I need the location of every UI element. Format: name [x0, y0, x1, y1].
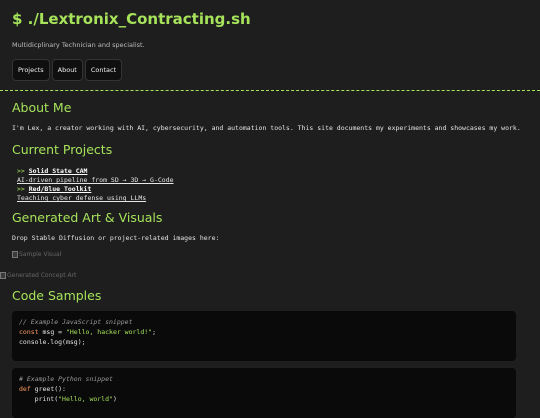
- python-code-block: # Example Python snippet def greet(): pr…: [12, 368, 516, 418]
- broken-image-icon: [0, 272, 6, 279]
- projects-list: >> Solid State CAM AI-driven pipeline fr…: [12, 167, 528, 203]
- site-header: $ ./Lextronix_Contracting.sh Multidicpli…: [0, 0, 540, 81]
- project-title-link[interactable]: Red/Blue Toolkit: [29, 185, 92, 193]
- project-desc-link[interactable]: AI-driven pipeline from SD → 3D → G-Code: [17, 176, 528, 185]
- project-title-link[interactable]: Solid State CAM: [29, 167, 88, 175]
- code-comment: # Example Python snippet: [19, 375, 113, 383]
- about-text: I'm Lex, a creator working with AI, cybe…: [12, 124, 521, 132]
- main-content: About Me I'm Lex, a creator working with…: [12, 100, 528, 258]
- project-arrow: >>: [17, 167, 25, 175]
- main-nav: Projects About Contact: [12, 59, 528, 81]
- art-heading: Generated Art & Visuals: [12, 210, 163, 225]
- code-heading: Code Samples: [12, 288, 102, 303]
- sample-visual-image: Sample Visual: [12, 251, 528, 258]
- projects-heading: Current Projects: [12, 142, 113, 157]
- code-line: print("Hello, world"): [19, 395, 117, 403]
- code-line: def greet():: [19, 385, 66, 393]
- art-text: Drop Stable Diffusion or project-related…: [12, 234, 220, 242]
- project-arrow: >>: [17, 185, 25, 193]
- about-heading: About Me: [12, 100, 72, 115]
- code-line: const msg = "Hello, hacker world!";: [19, 328, 156, 336]
- code-line: console.log(msg);: [19, 338, 86, 346]
- project-item: >> Solid State CAM AI-driven pipeline fr…: [12, 167, 528, 185]
- concept-art-image: Generated Concept Art: [0, 272, 76, 279]
- image-alt-text: Sample Visual: [19, 251, 62, 258]
- site-title: $ ./Lextronix_Contracting.sh: [12, 10, 251, 28]
- image-alt-text: Generated Concept Art: [7, 272, 77, 279]
- project-item: >> Red/Blue Toolkit Teaching cyber defen…: [12, 185, 528, 203]
- code-comment: // Example JavaScript snippet: [19, 318, 133, 326]
- broken-image-icon: [12, 251, 18, 258]
- project-desc-link[interactable]: Teaching cyber defense using LLMs: [17, 194, 528, 203]
- dashed-divider: [0, 90, 540, 91]
- tagline: Multidicplinary Technician and specialis…: [12, 41, 145, 49]
- nav-contact-button[interactable]: Contact: [84, 59, 123, 81]
- js-code-block: // Example JavaScript snippet const msg …: [12, 311, 516, 361]
- nav-about-button[interactable]: About: [51, 59, 83, 81]
- nav-projects-button[interactable]: Projects: [12, 59, 50, 81]
